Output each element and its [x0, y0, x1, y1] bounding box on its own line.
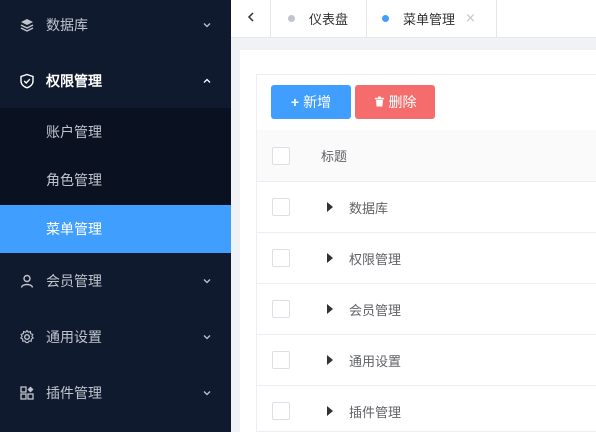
sidebar-subitem-label: 账户管理	[46, 125, 102, 141]
table-row[interactable]: 通用设置	[257, 335, 596, 386]
tab-label: 仪表盘	[309, 13, 349, 28]
row-title: 权限管理	[349, 252, 402, 268]
table-row[interactable]: 会员管理	[257, 284, 596, 335]
table-header: 标题	[257, 130, 596, 182]
permissions-submenu: 账户管理 角色管理 菜单管理	[0, 108, 231, 253]
sidebar-item-database[interactable]: 数据库	[0, 0, 231, 50]
sidebar-item-members[interactable]: 会员管理	[0, 256, 231, 306]
gear-icon	[19, 329, 35, 345]
sidebar-subitem-menus[interactable]: 菜单管理	[0, 205, 231, 253]
sidebar-item-permissions[interactable]: 权限管理	[0, 56, 231, 106]
table-toolbar: + 新增 删除	[257, 75, 596, 130]
close-icon[interactable]: ×	[465, 11, 476, 26]
row-checkbox[interactable]	[272, 198, 290, 216]
sidebar-subitem-roles[interactable]: 角色管理	[0, 156, 231, 204]
row-title: 会员管理	[349, 303, 402, 319]
database-icon	[19, 17, 35, 33]
expand-caret-icon[interactable]	[327, 202, 333, 212]
tab-dashboard[interactable]: 仪表盘	[271, 0, 367, 37]
chevron-down-icon	[201, 19, 213, 31]
sidebar-subitem-label: 菜单管理	[46, 222, 102, 238]
tab-label: 菜单管理	[403, 13, 456, 28]
select-all-checkbox[interactable]	[272, 146, 290, 165]
trash-icon	[374, 94, 385, 110]
delete-button[interactable]: 删除	[355, 85, 435, 119]
table-row[interactable]: 权限管理	[257, 233, 596, 284]
row-title: 通用设置	[349, 354, 402, 370]
add-button-label: 新增	[303, 94, 332, 110]
expand-caret-icon[interactable]	[327, 406, 333, 416]
expand-caret-icon[interactable]	[327, 253, 333, 263]
tabs-bar: 仪表盘 菜单管理 ×	[231, 0, 596, 38]
tab-status-dot	[288, 15, 295, 22]
menu-table: + 新增 删除 标题 数据库 权限管理 会员管理 通用设置 插件管理	[256, 74, 596, 432]
row-checkbox[interactable]	[272, 402, 290, 420]
sidebar-item-label: 通用设置	[46, 330, 102, 346]
chevron-down-icon	[201, 275, 213, 287]
sidebar-item-label: 数据库	[46, 18, 88, 34]
row-title: 插件管理	[349, 405, 402, 421]
shield-icon	[19, 73, 35, 89]
column-header-title: 标题	[321, 150, 348, 165]
sidebar-subitem-accounts[interactable]: 账户管理	[0, 108, 231, 156]
sidebar-item-label: 权限管理	[46, 74, 102, 90]
row-checkbox[interactable]	[272, 249, 290, 267]
sidebar-item-settings[interactable]: 通用设置	[0, 312, 231, 362]
sidebar-item-plugins[interactable]: 插件管理	[0, 368, 231, 418]
table-row[interactable]: 插件管理	[257, 386, 596, 432]
add-button[interactable]: + 新增	[271, 85, 351, 119]
chevron-up-icon	[201, 75, 213, 87]
sidebar-item-label: 会员管理	[46, 274, 102, 290]
user-icon	[19, 273, 35, 289]
plus-icon: +	[290, 94, 300, 110]
tabs-scroll-left-button[interactable]	[231, 0, 271, 37]
table-row[interactable]: 数据库	[257, 182, 596, 233]
chevron-down-icon	[201, 387, 213, 399]
expand-caret-icon[interactable]	[327, 304, 333, 314]
delete-button-label: 删除	[388, 94, 417, 110]
expand-caret-icon[interactable]	[327, 355, 333, 365]
row-title: 数据库	[349, 201, 389, 217]
plugin-grid-icon	[19, 385, 35, 401]
row-checkbox[interactable]	[272, 351, 290, 369]
sidebar-subitem-label: 角色管理	[46, 173, 102, 189]
sidebar: 数据库 权限管理 账户管理 角色管理 菜单管理 会员管理 通用设置 插件管理	[0, 0, 231, 432]
sidebar-item-label: 插件管理	[46, 386, 102, 402]
row-checkbox[interactable]	[272, 300, 290, 318]
tab-menu-management[interactable]: 菜单管理 ×	[367, 0, 497, 37]
tab-status-dot	[382, 15, 389, 22]
chevron-down-icon	[201, 331, 213, 343]
chevron-left-icon	[245, 11, 257, 27]
